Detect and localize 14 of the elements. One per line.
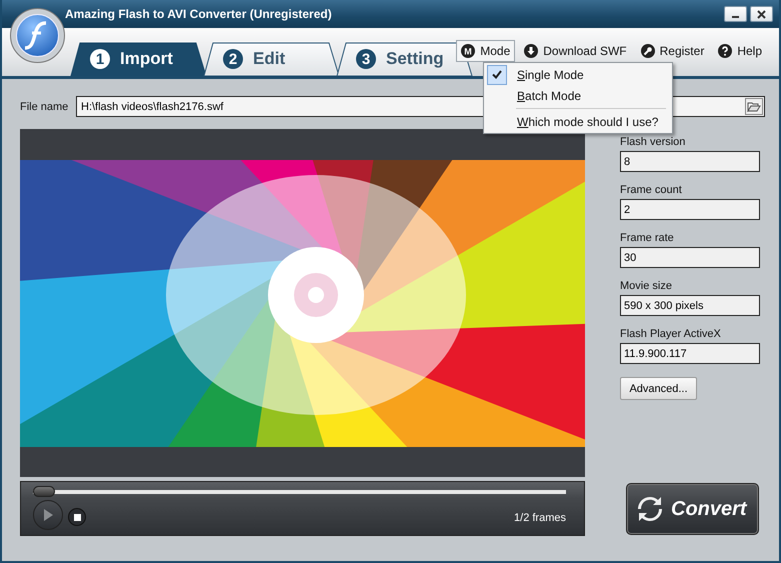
field-label: Flash Player ActiveX [620,327,722,341]
frame-counter: 1/2 frames [514,512,566,524]
field-label: Frame rate [620,231,675,245]
info-field: 2 [620,199,760,220]
window-title: Amazing Flash to AVI Converter (Unregistered) [65,7,333,21]
field-label: Movie size [620,279,673,293]
mode-icon: M [461,44,476,58]
info-field: 8 [620,151,760,172]
field-label: Flash version [620,135,686,149]
field-label: Frame count [620,183,683,197]
info-field: 30 [620,247,760,268]
info-field: 590 x 300 pixels [620,295,760,316]
info-field: 11.9.900.117 [620,343,760,364]
field-label: File name [20,100,69,112]
